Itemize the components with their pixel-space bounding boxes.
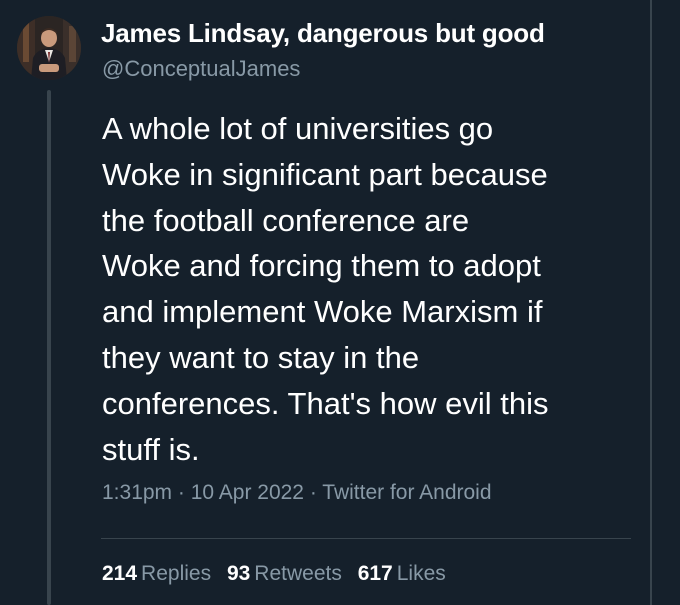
avatar[interactable] xyxy=(17,16,81,80)
retweets-count: 93 xyxy=(226,562,251,585)
meta-separator: · xyxy=(172,481,191,504)
column-border xyxy=(650,0,652,605)
engagement-stats: 214 Replies 93 Retweets 617 Likes xyxy=(102,562,456,586)
retweets-label: Retweets xyxy=(254,562,342,585)
tweet-text-line: and implement Woke Marxism if xyxy=(102,294,543,330)
avatar-photo-icon xyxy=(17,16,81,80)
tweet-text-line: the football conference are xyxy=(102,202,470,238)
likes-stat[interactable]: 617 Likes xyxy=(358,562,446,586)
tweet-text-line: Woke in significant part because xyxy=(102,156,548,192)
tweet-text-line: Woke and forcing them to adopt xyxy=(102,248,541,284)
tweet-source[interactable]: Twitter for Android xyxy=(322,481,491,504)
tweet-text-line: A whole lot of universities go xyxy=(102,111,494,146)
tweet-card: James Lindsay, dangerous but good @Conce… xyxy=(0,0,680,605)
tweet-text-line: conferences. That's how evil this xyxy=(102,385,549,421)
tweet-text-line: stuff is. xyxy=(102,431,200,467)
replies-label: Replies xyxy=(141,562,212,585)
thread-line xyxy=(47,90,51,605)
author-display-name[interactable]: James Lindsay, dangerous but good xyxy=(101,18,545,49)
likes-label: Likes xyxy=(396,562,446,585)
tweet-metadata: 1:31pm · 10 Apr 2022 · Twitter for Andro… xyxy=(102,481,492,505)
meta-separator: · xyxy=(303,481,323,504)
tweet-text: A whole lot of universities go Woke in s… xyxy=(102,106,642,472)
replies-count: 214 xyxy=(102,562,138,585)
tweet-date[interactable]: 10 Apr 2022 xyxy=(191,481,304,504)
tweet-text-line: they want to stay in the xyxy=(102,339,420,375)
retweets-stat[interactable]: 93 Retweets xyxy=(227,562,342,586)
likes-count: 617 xyxy=(357,562,393,585)
author-handle[interactable]: @ConceptualJames xyxy=(102,56,300,82)
tweet-time[interactable]: 1:31pm xyxy=(102,481,172,504)
replies-stat[interactable]: 214 Replies xyxy=(102,562,211,586)
stats-divider xyxy=(101,538,631,539)
